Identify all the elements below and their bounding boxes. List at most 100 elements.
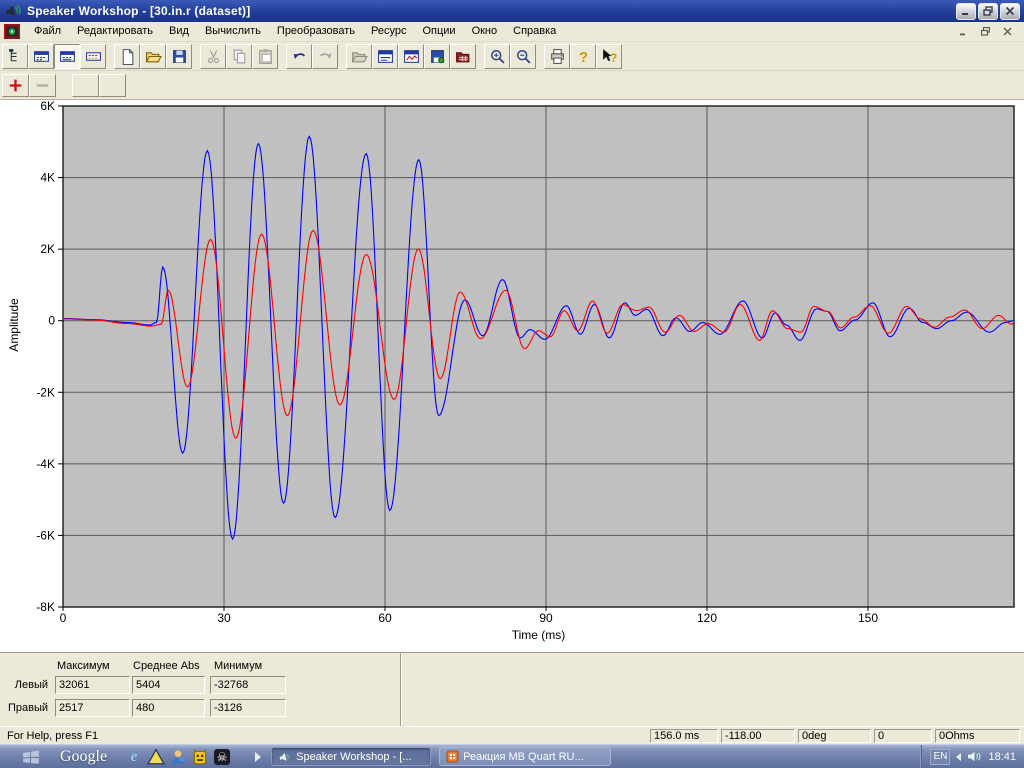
paste-button[interactable] bbox=[252, 44, 278, 69]
speaker-icon bbox=[278, 751, 292, 763]
import-folder-icon bbox=[351, 48, 368, 65]
properties-window-icon bbox=[377, 48, 394, 65]
orange-document-icon bbox=[446, 750, 459, 763]
import-folder-button[interactable] bbox=[346, 44, 372, 69]
plot-area[interactable] bbox=[63, 106, 1014, 607]
system-tray: EN 18:41 bbox=[921, 745, 1020, 768]
stat-row-label-right: Правый bbox=[6, 702, 48, 714]
menu-resource[interactable]: Ресурс bbox=[363, 22, 414, 41]
icq-icon[interactable] bbox=[191, 748, 209, 766]
view-properties-button[interactable] bbox=[80, 44, 106, 69]
task-button-speaker-workshop[interactable]: Speaker Workshop - [... bbox=[271, 747, 431, 766]
cut-icon bbox=[205, 48, 222, 65]
new-document-icon bbox=[119, 48, 136, 65]
restore-icon bbox=[981, 27, 990, 36]
menu-calculate[interactable]: Вычислить bbox=[197, 22, 269, 41]
properties-view-icon bbox=[85, 48, 102, 65]
new-document-button[interactable] bbox=[114, 44, 140, 69]
menu-file[interactable]: Файл bbox=[26, 22, 69, 41]
view-chart-button[interactable] bbox=[54, 44, 80, 69]
menubar: Файл Редактировать Вид Вычислить Преобра… bbox=[0, 22, 1024, 42]
menu-window[interactable]: Окно bbox=[464, 22, 506, 41]
hide-icons-chevron[interactable] bbox=[956, 753, 961, 761]
chart-view-icon bbox=[59, 48, 76, 65]
mdi-close-button[interactable] bbox=[999, 25, 1015, 39]
delphi-icon[interactable] bbox=[147, 748, 165, 766]
zoom-out-button[interactable] bbox=[510, 44, 536, 69]
task-button-reaction-mb-quart[interactable]: Реакция MB Quart RU... bbox=[439, 747, 611, 766]
status-ohms: 0Ohms bbox=[935, 729, 1020, 743]
restore-button[interactable] bbox=[978, 3, 998, 20]
waveform-chart[interactable]: 03060901201506K4K2K0-2K-4K-6K-8K bbox=[0, 100, 1024, 652]
windows-flag-icon[interactable] bbox=[22, 748, 40, 766]
undo-button[interactable] bbox=[286, 44, 312, 69]
add-button[interactable] bbox=[2, 74, 29, 97]
save-file-button[interactable] bbox=[166, 44, 192, 69]
main-toolbar: ? ? bbox=[0, 42, 1024, 71]
status-message: For Help, press F1 bbox=[4, 730, 647, 742]
zoom-in-button[interactable] bbox=[484, 44, 510, 69]
y-axis-title: Amplitude bbox=[7, 285, 21, 365]
task-button-label: Реакция MB Quart RU... bbox=[463, 751, 584, 763]
quick-launch-overflow-chevron[interactable] bbox=[255, 752, 261, 762]
x-tick-label: 120 bbox=[697, 611, 717, 625]
mdi-restore-button[interactable] bbox=[977, 25, 993, 39]
stat-left-average: 5404 bbox=[132, 676, 205, 694]
tree-view-button[interactable] bbox=[2, 44, 28, 69]
skull-icon[interactable]: ☠ bbox=[213, 748, 231, 766]
properties-window-button[interactable] bbox=[372, 44, 398, 69]
x-tick-label: 90 bbox=[539, 611, 553, 625]
remove-button[interactable] bbox=[29, 74, 56, 97]
svg-text:?: ? bbox=[610, 51, 617, 64]
context-help-button[interactable]: ? bbox=[596, 44, 622, 69]
y-tick-label: 2K bbox=[40, 242, 55, 256]
save-chart-button[interactable] bbox=[424, 44, 450, 69]
messenger-icon[interactable] bbox=[169, 748, 187, 766]
mdi-minimize-button[interactable] bbox=[955, 25, 971, 39]
google-search-deskband[interactable]: Google bbox=[60, 748, 107, 766]
open-folder-icon bbox=[145, 48, 162, 65]
y-tick-label: -6K bbox=[36, 528, 55, 542]
stat-header-average-abs: Среднее Abs bbox=[133, 660, 200, 672]
menu-view[interactable]: Вид bbox=[161, 22, 197, 41]
blank-button-2[interactable] bbox=[99, 74, 126, 97]
minus-icon bbox=[34, 77, 51, 94]
menu-help[interactable]: Справка bbox=[505, 22, 564, 41]
print-button[interactable] bbox=[544, 44, 570, 69]
copy-button[interactable] bbox=[226, 44, 252, 69]
chart-window-button[interactable] bbox=[398, 44, 424, 69]
yellow-robot-icon bbox=[191, 748, 209, 766]
y-tick-label: -4K bbox=[36, 457, 55, 471]
svg-text:?: ? bbox=[578, 49, 587, 64]
redo-button[interactable] bbox=[312, 44, 338, 69]
x-axis-title: Time (ms) bbox=[63, 628, 1014, 642]
speaker-workshop-window: Speaker Workshop - [30.in.r (dataset)] bbox=[0, 0, 1024, 768]
export-chart-button[interactable] bbox=[450, 44, 476, 69]
menu-options[interactable]: Опции bbox=[414, 22, 463, 41]
cut-button[interactable] bbox=[200, 44, 226, 69]
view-datasheet-button[interactable] bbox=[28, 44, 54, 69]
y-tick-label: 6K bbox=[40, 100, 55, 113]
titlebar: Speaker Workshop - [30.in.r (dataset)] bbox=[0, 0, 1024, 22]
minimize-button[interactable] bbox=[956, 3, 976, 20]
x-tick-label: 0 bbox=[60, 611, 67, 625]
statusbar: For Help, press F1 156.0 ms -118.00 0deg… bbox=[0, 726, 1024, 744]
internet-explorer-icon[interactable]: e bbox=[125, 748, 143, 766]
blank-button-1[interactable] bbox=[72, 74, 99, 97]
menu-transform[interactable]: Преобразовать bbox=[269, 22, 363, 41]
stat-header-maximum: Максимум bbox=[57, 660, 110, 672]
windows-logo-icon bbox=[22, 749, 40, 765]
help-icon: ? bbox=[575, 48, 592, 65]
open-file-button[interactable] bbox=[140, 44, 166, 69]
volume-icon[interactable] bbox=[967, 750, 982, 763]
pane-divider bbox=[400, 653, 402, 727]
menu-edit[interactable]: Редактировать bbox=[69, 22, 161, 41]
person-icon bbox=[169, 748, 187, 766]
language-indicator[interactable]: EN bbox=[930, 749, 950, 765]
help-button[interactable]: ? bbox=[570, 44, 596, 69]
status-count: 0 bbox=[874, 729, 932, 743]
stat-right-maximum: 2517 bbox=[55, 699, 130, 717]
close-button[interactable] bbox=[1000, 3, 1020, 20]
speaker-icon bbox=[4, 3, 22, 19]
stat-left-maximum: 32061 bbox=[55, 676, 130, 694]
